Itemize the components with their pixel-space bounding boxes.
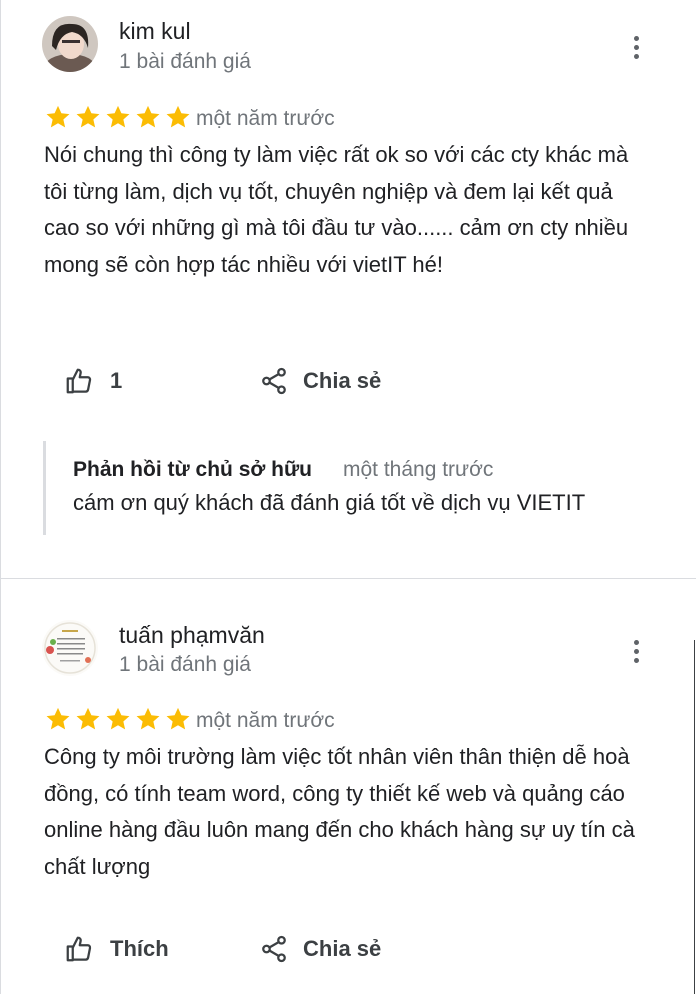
star-icon [44, 705, 72, 733]
share-label: Chia sẻ [303, 936, 382, 961]
star-icon [134, 103, 162, 131]
author-name[interactable]: kim kul [119, 18, 191, 45]
star-icon [104, 103, 132, 131]
owner-reply-title: Phản hồi từ chủ sở hữu [73, 458, 313, 481]
owner-reply-bar [43, 441, 46, 535]
like-button[interactable]: 1 [64, 366, 122, 396]
star-icon [74, 103, 102, 131]
avatar[interactable] [42, 16, 98, 72]
like-label: Thích [110, 936, 169, 961]
star-icon [74, 705, 102, 733]
star-icon [44, 103, 72, 131]
more-vert-icon-dot [634, 54, 639, 59]
more-vert-icon-dot [634, 658, 639, 663]
review-card: tuấn phạmvăn 1 bài đánh giá một năm trướ… [0, 579, 696, 994]
thumbs-up-icon [64, 934, 94, 964]
more-options-button[interactable] [628, 34, 646, 64]
more-vert-icon-dot [634, 649, 639, 654]
star-icon [164, 103, 192, 131]
star-rating [44, 705, 192, 733]
star-icon [134, 705, 162, 733]
star-rating [44, 103, 192, 131]
like-count: 1 [110, 368, 123, 393]
owner-reply-text: cám ơn quý khách đã đánh giá tốt về dịch… [73, 490, 586, 515]
avatar[interactable] [42, 620, 98, 676]
share-label: Chia sẻ [303, 368, 382, 393]
review-count[interactable]: 1 bài đánh giá [119, 653, 251, 677]
thumbs-up-icon [64, 366, 94, 396]
share-icon [259, 366, 289, 396]
review-text: Nói chung thì công ty làm việc rất ok so… [44, 142, 629, 277]
review-time: một năm trước [196, 709, 335, 732]
more-vert-icon [634, 640, 639, 645]
review-card: kim kul 1 bài đánh giá một năm trước Nói… [0, 0, 696, 578]
author-name[interactable]: tuấn phạmvăn [119, 622, 265, 649]
review-time: một năm trước [196, 107, 335, 130]
star-icon [104, 705, 132, 733]
like-button[interactable]: Thích [64, 934, 169, 964]
star-icon [164, 705, 192, 733]
review-count[interactable]: 1 bài đánh giá [119, 50, 251, 74]
share-button[interactable]: Chia sẻ [259, 366, 381, 396]
share-button[interactable]: Chia sẻ [259, 934, 381, 964]
share-icon [259, 934, 289, 964]
more-options-button[interactable] [628, 638, 646, 668]
more-vert-icon [634, 36, 639, 41]
owner-reply-time: một tháng trước [343, 458, 494, 481]
review-text: Công ty môi trường làm việc tốt nhân viê… [44, 744, 635, 879]
more-vert-icon-dot [634, 45, 639, 50]
